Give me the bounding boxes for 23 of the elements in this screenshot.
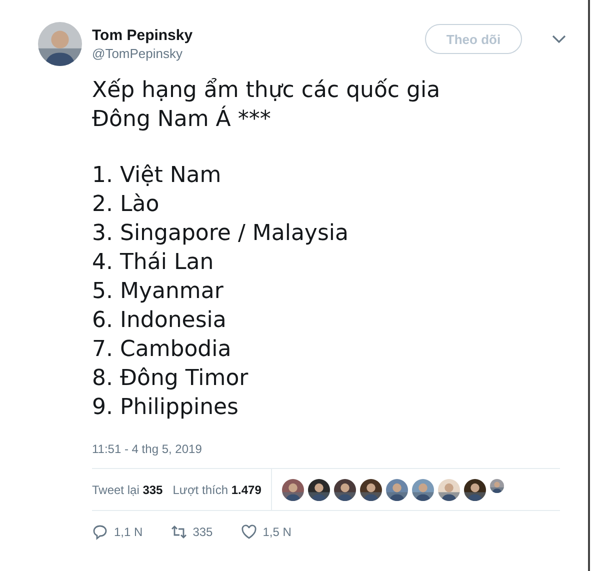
like-action[interactable]: 1,5 N xyxy=(240,524,292,540)
list-item: 5. Myanmar xyxy=(92,278,224,306)
stat-count[interactable]: Tweet lại 335 xyxy=(92,482,163,496)
list-item: 2. Lào xyxy=(92,191,160,219)
timestamp[interactable]: 11:51 - 4 thg 5, 2019 xyxy=(92,442,588,456)
list-item: 6. Indonesia xyxy=(92,307,228,335)
list-item: 8. Đông Timor xyxy=(92,365,250,393)
tweet-text: Xếp hạng ẩm thực các quốc gia xyxy=(92,77,442,105)
list-item: 9. Philippines xyxy=(92,394,240,422)
retweet-action[interactable]: 335 xyxy=(170,524,213,540)
tweet-text: Đông Nam Á *** xyxy=(92,105,272,134)
retweet-icon xyxy=(170,524,187,540)
list-item: 3. Singapore / Malaysia xyxy=(92,220,350,248)
author-name[interactable]: Tom Pepinsky xyxy=(92,27,415,44)
reply-action[interactable]: 1,1 N xyxy=(92,524,143,540)
heart-icon xyxy=(240,524,257,540)
list-item: 7. Cambodia xyxy=(92,336,232,364)
author-handle[interactable]: @TomPepinsky xyxy=(92,46,415,61)
reply-icon xyxy=(92,524,108,540)
chevron-down-icon[interactable] xyxy=(552,34,566,44)
list-item: 4. Thái Lan xyxy=(92,249,215,277)
stat-count[interactable]: Lượt thích 1.479 xyxy=(172,482,262,496)
list-item: 1. Việt Nam xyxy=(92,162,222,190)
